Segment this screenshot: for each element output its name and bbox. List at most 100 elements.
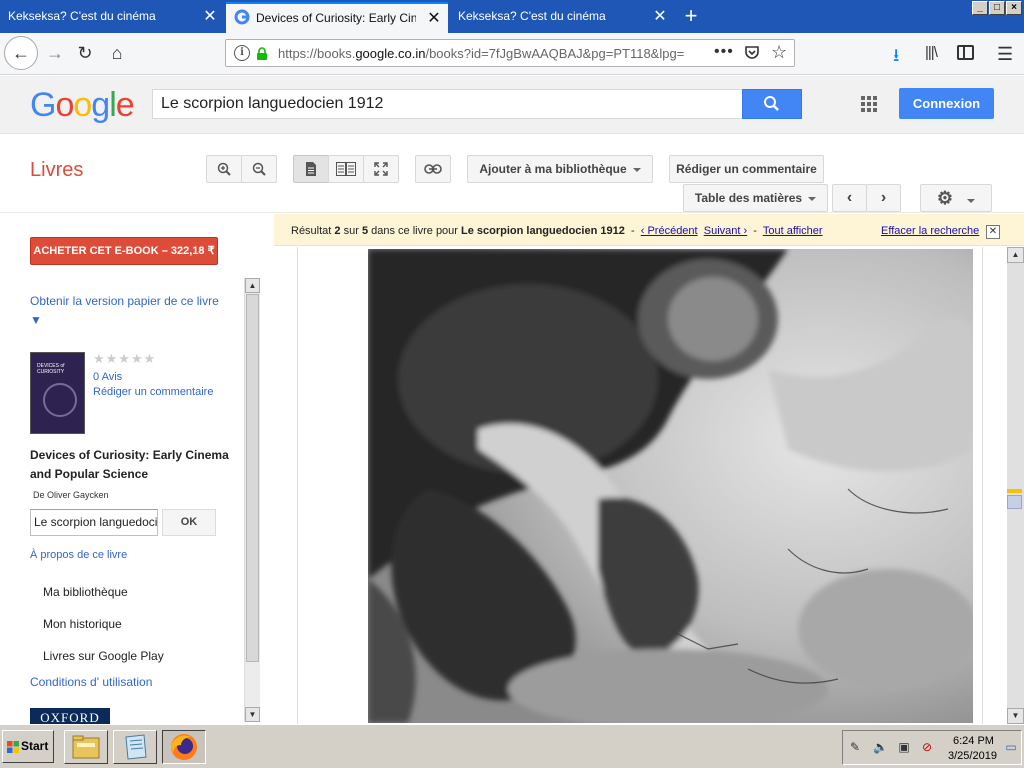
scroll-up-arrow-icon[interactable]: ▲ bbox=[1007, 247, 1024, 263]
zoom-out-button[interactable] bbox=[241, 155, 277, 183]
folder-icon bbox=[72, 735, 100, 759]
more-actions-icon[interactable]: ••• bbox=[714, 43, 734, 61]
tools-icon[interactable]: ✎ bbox=[848, 740, 862, 754]
close-icon[interactable]: ✕ bbox=[426, 4, 442, 33]
table-of-contents-button[interactable]: Table des matières bbox=[683, 184, 828, 212]
next-page-button[interactable]: › bbox=[866, 184, 901, 212]
network-icon[interactable]: ▣ bbox=[897, 740, 911, 754]
two-page-view-button[interactable] bbox=[328, 155, 364, 183]
search-button[interactable] bbox=[742, 89, 802, 119]
info-icon[interactable]: i bbox=[234, 45, 250, 61]
result-query: Le scorpion languedocien 1912 bbox=[461, 225, 625, 237]
fullscreen-icon bbox=[374, 162, 388, 176]
fullscreen-button[interactable] bbox=[363, 155, 399, 183]
forward-arrow-icon[interactable]: → bbox=[40, 38, 70, 68]
firefox-taskbar-button[interactable] bbox=[162, 730, 206, 764]
in-book-search-input[interactable]: Le scorpion languedocien 1912 bbox=[30, 509, 158, 536]
file-explorer-icon[interactable] bbox=[64, 730, 108, 764]
get-print-version-link[interactable]: Obtenir la version papier de ce livre ▼ bbox=[30, 292, 220, 330]
google-g-icon bbox=[234, 9, 250, 25]
notepad-icon[interactable] bbox=[113, 730, 157, 764]
show-desktop-icon[interactable]: ▭ bbox=[1004, 740, 1018, 754]
write-review-link[interactable]: Rédiger un commentaire bbox=[93, 386, 213, 398]
sidebar-scrollbar[interactable]: ▲ ▼ bbox=[244, 278, 260, 722]
rating-stars: ★★★★★ bbox=[93, 351, 157, 366]
zoom-out-icon bbox=[252, 162, 266, 176]
book-sidebar: ACHETER CET E-BOOK – 322,18 ₹ ▲ ▼ Obteni… bbox=[0, 214, 270, 724]
volume-icon[interactable]: 🔈 bbox=[873, 740, 888, 754]
sidebar-item-google-play-books[interactable]: Livres sur Google Play bbox=[43, 649, 164, 663]
clock-date[interactable]: 3/25/2019 bbox=[948, 750, 997, 762]
terms-of-use-link[interactable]: Conditions d' utilisation bbox=[30, 675, 152, 689]
sidebar-item-my-library[interactable]: Ma bibliothèque bbox=[43, 585, 128, 599]
in-book-search-ok-button[interactable]: OK bbox=[162, 509, 216, 536]
chevron-left-icon: ‹ bbox=[846, 189, 853, 206]
scroll-down-arrow-icon[interactable]: ▼ bbox=[1007, 708, 1024, 724]
toc-label: Table des matières bbox=[694, 191, 803, 205]
browser-tab[interactable]: Kekseksa? C'est du cinéma ✕ bbox=[450, 2, 674, 33]
home-icon[interactable]: ⌂ bbox=[102, 38, 132, 68]
link-button[interactable] bbox=[415, 155, 451, 183]
write-review-button[interactable]: Rédiger un commentaire bbox=[669, 155, 824, 183]
next-result-link[interactable]: Suivant › bbox=[704, 225, 747, 237]
book-cover-image[interactable]: DEVICES of CURIOSITY bbox=[30, 352, 85, 434]
clock-time[interactable]: 6:24 PM bbox=[953, 735, 994, 747]
sign-in-button[interactable]: Connexion bbox=[899, 88, 994, 119]
scrollbar-thumb[interactable] bbox=[1007, 495, 1022, 509]
window-maximize-button[interactable]: □ bbox=[989, 1, 1005, 15]
google-logo[interactable]: Google bbox=[30, 86, 135, 125]
new-tab-plus-icon[interactable]: + bbox=[680, 4, 702, 28]
window-minimize-button[interactable]: _ bbox=[972, 1, 988, 15]
zoom-in-icon bbox=[217, 162, 231, 176]
hamburger-menu-icon[interactable]: ☰ bbox=[997, 44, 1013, 65]
page-viewer-scrollbar[interactable]: ▲ ▼ bbox=[1007, 247, 1024, 724]
review-count-link[interactable]: 0 Avis bbox=[93, 371, 122, 383]
reload-icon[interactable]: ↻ bbox=[70, 38, 100, 68]
url-bar[interactable]: i https://books.google.co.in/books?id=7f… bbox=[225, 39, 795, 67]
close-icon[interactable]: ✕ bbox=[202, 2, 218, 31]
about-book-link[interactable]: À propos de ce livre bbox=[30, 549, 127, 561]
two-page-icon bbox=[336, 162, 356, 176]
window-close-button[interactable]: × bbox=[1006, 1, 1022, 15]
cover-circle-graphic bbox=[43, 383, 77, 417]
previous-page-button[interactable]: ‹ bbox=[832, 184, 867, 212]
chevron-right-icon: › bbox=[880, 189, 887, 206]
book-page-viewer[interactable]: ▲ ▼ bbox=[274, 247, 1024, 724]
previous-result-link[interactable]: ‹ Précédent bbox=[641, 225, 698, 237]
publisher-logo[interactable]: OXFORD bbox=[30, 708, 110, 724]
security-alert-icon[interactable]: ⊘ bbox=[920, 740, 934, 754]
scrollbar-thumb[interactable] bbox=[246, 294, 259, 662]
section-title[interactable]: Livres bbox=[30, 159, 83, 182]
tab-title: Kekseksa? C'est du cinéma bbox=[8, 9, 156, 23]
show-all-results-link[interactable]: Tout afficher bbox=[763, 225, 823, 237]
url-text[interactable]: https://books.google.co.in/books?id=7fJg… bbox=[278, 46, 698, 61]
zoom-in-button[interactable] bbox=[206, 155, 242, 183]
firefox-icon bbox=[171, 734, 197, 760]
scroll-down-arrow-icon[interactable]: ▼ bbox=[245, 707, 260, 722]
single-page-view-button[interactable] bbox=[293, 155, 329, 183]
result-mid: sur bbox=[340, 225, 362, 237]
clear-search-link[interactable]: Effacer la recherche bbox=[881, 214, 979, 249]
close-icon[interactable]: ✕ bbox=[652, 2, 668, 31]
search-input[interactable]: Le scorpion languedocien 1912 bbox=[152, 89, 743, 119]
pocket-icon[interactable] bbox=[744, 45, 760, 61]
search-result-banner: Résultat 2 sur 5 dans ce livre pour Le s… bbox=[274, 214, 1024, 246]
sidebar-item-my-history[interactable]: Mon historique bbox=[43, 617, 122, 631]
apps-grid-icon[interactable] bbox=[861, 96, 877, 112]
settings-button[interactable]: ⚙ bbox=[920, 184, 992, 212]
sidebar-icon[interactable] bbox=[957, 45, 974, 60]
browser-tab[interactable]: Kekseksa? C'est du cinéma ✕ bbox=[0, 2, 224, 33]
buy-ebook-button[interactable]: ACHETER CET E-BOOK – 322,18 ₹ bbox=[30, 237, 218, 265]
library-icon[interactable]: |||\ bbox=[925, 44, 938, 61]
download-icon[interactable]: ⭳ bbox=[893, 43, 899, 73]
add-to-library-button[interactable]: Ajouter à ma bibliothèque bbox=[467, 155, 653, 183]
close-icon[interactable]: ✕ bbox=[986, 225, 1000, 239]
scroll-up-arrow-icon[interactable]: ▲ bbox=[245, 278, 260, 293]
back-arrow-icon[interactable]: ← bbox=[4, 36, 38, 70]
windows-logo-icon bbox=[7, 741, 19, 753]
browser-tab-active[interactable]: Devices of Curiosity: Early Cinema ✕ bbox=[226, 2, 448, 33]
book-author: De Oliver Gaycken bbox=[33, 490, 109, 500]
start-button[interactable]: Start bbox=[2, 730, 54, 763]
single-page-icon bbox=[306, 162, 316, 176]
star-icon[interactable]: ☆ bbox=[771, 42, 787, 63]
